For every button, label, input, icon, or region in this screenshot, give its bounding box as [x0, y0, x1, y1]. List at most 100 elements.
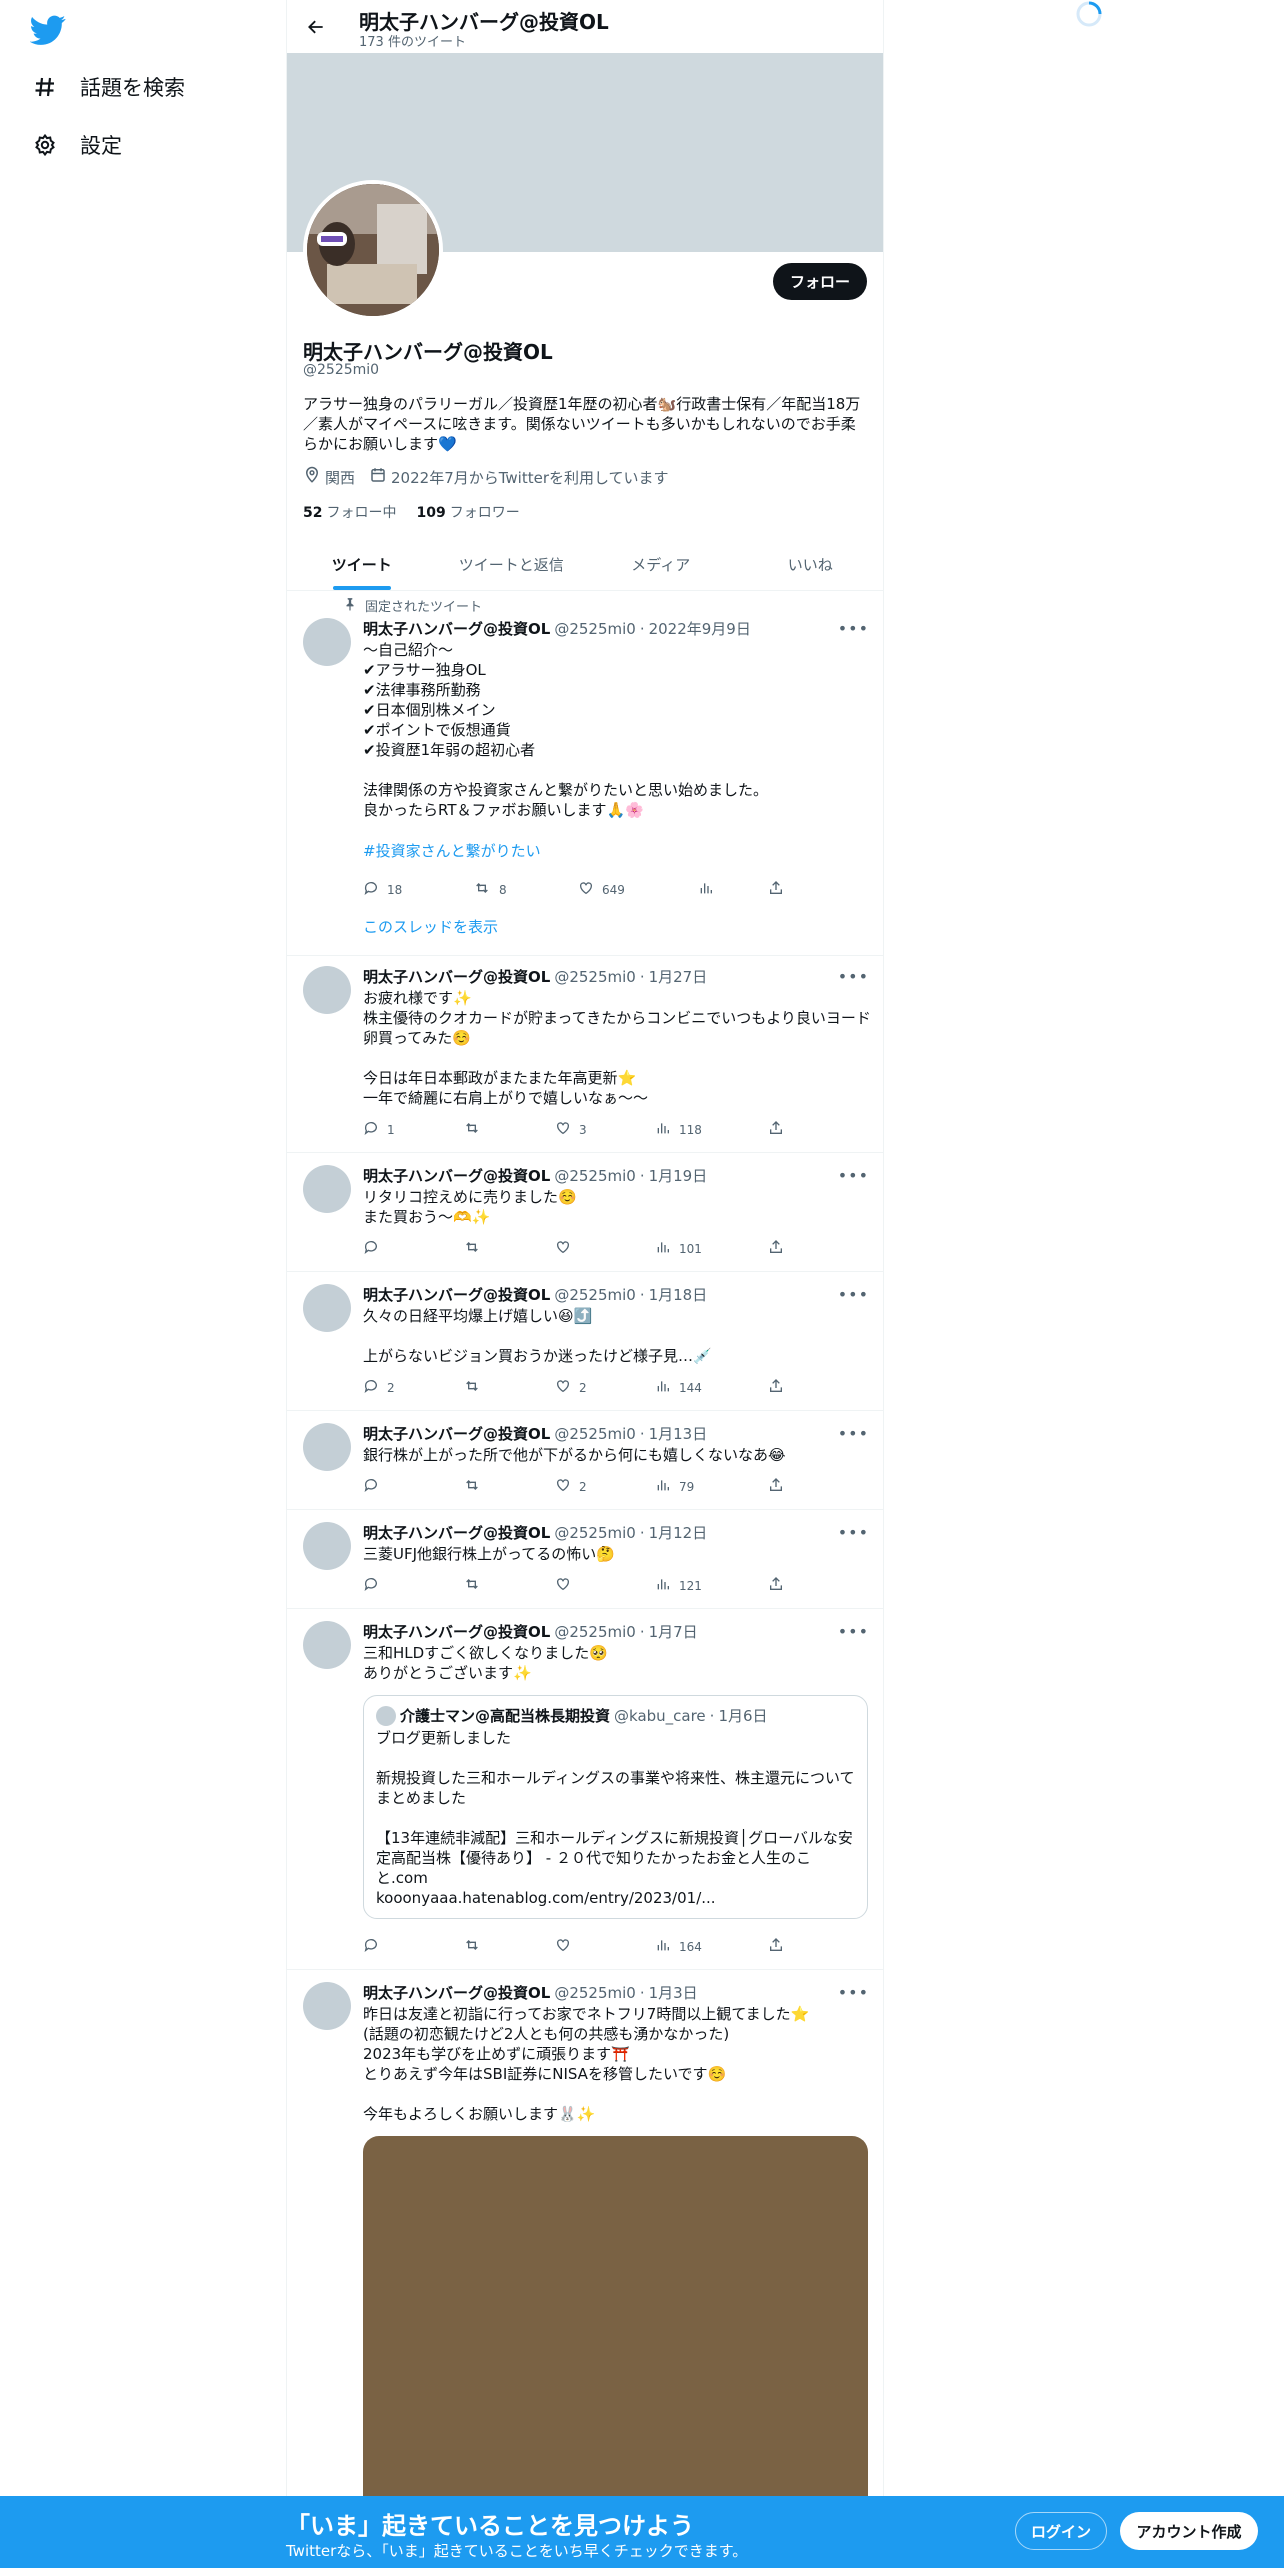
retweet-button[interactable]: [463, 1937, 489, 1956]
tweet-date[interactable]: 2022年9月9日: [649, 618, 751, 639]
tweet-author[interactable]: 明太子ハンバーグ@投資OL: [363, 1284, 550, 1305]
tweet-avatar[interactable]: [303, 1423, 351, 1471]
tab-media[interactable]: メディア: [586, 538, 736, 590]
like-button[interactable]: [555, 1239, 579, 1258]
tweet[interactable]: 明太子ハンバーグ@投資OL @2525mi0 · 1月18日 ••• 久々の日経…: [287, 1272, 883, 1411]
retweet-button[interactable]: [463, 1576, 489, 1595]
like-count: 2: [579, 1479, 587, 1494]
tweet-date[interactable]: 1月13日: [649, 1423, 708, 1444]
tweet-date[interactable]: 1月3日: [649, 1982, 698, 2003]
tweet-author[interactable]: 明太子ハンバーグ@投資OL: [363, 1522, 550, 1543]
views-button[interactable]: 79: [655, 1477, 694, 1496]
tweet-author[interactable]: 明太子ハンバーグ@投資OL: [363, 618, 550, 639]
tweet-text: 銀行株が上がった所で他が下がるから何にも嬉しくないなあ😂: [363, 1446, 786, 1464]
more-icon[interactable]: •••: [838, 967, 869, 986]
share-button[interactable]: [768, 1120, 784, 1139]
tweet-hashtag[interactable]: #投資家さんと繋がりたい: [363, 840, 541, 861]
views-button[interactable]: 164: [655, 1937, 702, 1956]
views-button[interactable]: 144: [655, 1378, 702, 1397]
nav-explore[interactable]: 話題を検索: [30, 62, 185, 112]
share-button[interactable]: [768, 1576, 784, 1595]
hashtag-icon: [30, 72, 60, 102]
login-button[interactable]: ログイン: [1015, 2512, 1107, 2550]
tweet-avatar[interactable]: [303, 618, 351, 666]
share-button[interactable]: [768, 1937, 784, 1956]
like-button[interactable]: 2: [555, 1477, 587, 1496]
tweet[interactable]: 明太子ハンバーグ@投資OL @2525mi0 · 1月27日 ••• お疲れ様で…: [287, 956, 883, 1153]
quoted-tweet[interactable]: 介護士マン@高配当株長期投資 @kabu_care · 1月6日 ブログ更新しま…: [363, 1695, 868, 1919]
views-button[interactable]: 121: [655, 1576, 702, 1595]
tweet[interactable]: 明太子ハンバーグ@投資OL @2525mi0 · 1月7日 ••• 三和HLDす…: [287, 1609, 883, 1970]
retweet-button[interactable]: [463, 1378, 489, 1397]
views-button[interactable]: 118: [655, 1120, 702, 1139]
share-icon: [768, 1120, 784, 1139]
nav-settings[interactable]: 設定: [30, 120, 122, 170]
tweet-date[interactable]: 1月27日: [649, 966, 708, 987]
tweet-author[interactable]: 明太子ハンバーグ@投資OL: [363, 1982, 550, 2003]
tweet-author[interactable]: 明太子ハンバーグ@投資OL: [363, 1621, 550, 1642]
like-button[interactable]: [555, 1937, 579, 1956]
reply-button[interactable]: [363, 1477, 387, 1496]
tweet-date[interactable]: 1月19日: [649, 1165, 708, 1186]
tweet-avatar[interactable]: [303, 1522, 351, 1570]
tweet[interactable]: 明太子ハンバーグ@投資OL @2525mi0 · 1月13日 ••• 銀行株が上…: [287, 1411, 883, 1510]
tweet-media-image[interactable]: [363, 2136, 868, 2536]
reply-button[interactable]: [363, 1937, 387, 1956]
tweet-text: 三和HLDすごく欲しくなりました🥺 ありがとうございます✨: [363, 1644, 608, 1682]
like-button[interactable]: 3: [555, 1120, 587, 1139]
tweet-author[interactable]: 明太子ハンバーグ@投資OL: [363, 1165, 550, 1186]
tweet-author[interactable]: 明太子ハンバーグ@投資OL: [363, 966, 550, 987]
share-button[interactable]: [768, 1477, 784, 1496]
like-button[interactable]: [555, 1576, 579, 1595]
share-button[interactable]: [768, 1239, 784, 1258]
views-button[interactable]: [698, 880, 722, 899]
tweet[interactable]: 明太子ハンバーグ@投資OL @2525mi0 · 1月12日 ••• 三菱UFJ…: [287, 1510, 883, 1609]
more-icon[interactable]: •••: [838, 1166, 869, 1185]
profile-avatar[interactable]: [303, 180, 443, 320]
tweet-avatar[interactable]: [303, 1621, 351, 1669]
tweet[interactable]: 明太子ハンバーグ@投資OL @2525mi0 · 2022年9月9日 ••• ～…: [287, 590, 883, 956]
reply-button[interactable]: [363, 1239, 387, 1258]
retweet-button[interactable]: 8: [473, 880, 507, 899]
more-icon[interactable]: •••: [838, 1424, 869, 1443]
reply-button[interactable]: 1: [363, 1120, 395, 1139]
tweet-avatar[interactable]: [303, 1165, 351, 1213]
show-thread-link[interactable]: このスレッドを表示: [363, 916, 498, 937]
tweet-avatar[interactable]: [303, 1284, 351, 1332]
tab-tweets-replies[interactable]: ツイートと返信: [437, 538, 587, 590]
share-button[interactable]: [768, 880, 784, 899]
retweet-button[interactable]: [463, 1239, 489, 1258]
reply-button[interactable]: [363, 1576, 387, 1595]
share-button[interactable]: [768, 1378, 784, 1397]
tweet-avatar[interactable]: [303, 966, 351, 1014]
reply-button[interactable]: 18: [363, 880, 402, 899]
following-link[interactable]: 52 フォロー中: [303, 502, 396, 522]
follow-button[interactable]: フォロー: [773, 263, 867, 300]
more-icon[interactable]: •••: [838, 1523, 869, 1542]
quoted-author: 介護士マン@高配当株長期投資: [400, 1707, 611, 1725]
reply-button[interactable]: 2: [363, 1378, 395, 1397]
more-icon[interactable]: •••: [838, 1285, 869, 1304]
tab-tweets[interactable]: ツイート: [287, 538, 437, 590]
like-button[interactable]: 2: [555, 1378, 587, 1397]
more-icon[interactable]: •••: [838, 619, 869, 638]
tweet-date[interactable]: 1月7日: [649, 1621, 698, 1642]
tweet-date[interactable]: 1月12日: [649, 1522, 708, 1543]
signup-button[interactable]: アカウント作成: [1120, 2512, 1258, 2550]
like-button[interactable]: 649: [578, 880, 625, 899]
retweet-button[interactable]: [463, 1477, 489, 1496]
more-icon[interactable]: •••: [838, 1622, 869, 1641]
signup-banner-subtitle: Twitterなら、「いま」起きていることをいち早くチェックできます。: [286, 2542, 748, 2560]
tab-likes[interactable]: いいね: [736, 538, 884, 590]
tweet-date[interactable]: 1月18日: [649, 1284, 708, 1305]
tweet[interactable]: 明太子ハンバーグ@投資OL @2525mi0 · 1月3日 ••• 昨日は友達と…: [287, 1970, 883, 2568]
back-arrow-icon[interactable]: [301, 12, 331, 42]
followers-link[interactable]: 109 フォロワー: [416, 502, 519, 522]
tweet[interactable]: 明太子ハンバーグ@投資OL @2525mi0 · 1月19日 ••• リタリコ控…: [287, 1153, 883, 1272]
twitter-logo-icon[interactable]: [29, 12, 66, 48]
retweet-button[interactable]: [463, 1120, 489, 1139]
tweet-avatar[interactable]: [303, 1982, 351, 2030]
views-button[interactable]: 101: [655, 1239, 702, 1258]
more-icon[interactable]: •••: [838, 1983, 869, 2002]
tweet-author[interactable]: 明太子ハンバーグ@投資OL: [363, 1423, 550, 1444]
